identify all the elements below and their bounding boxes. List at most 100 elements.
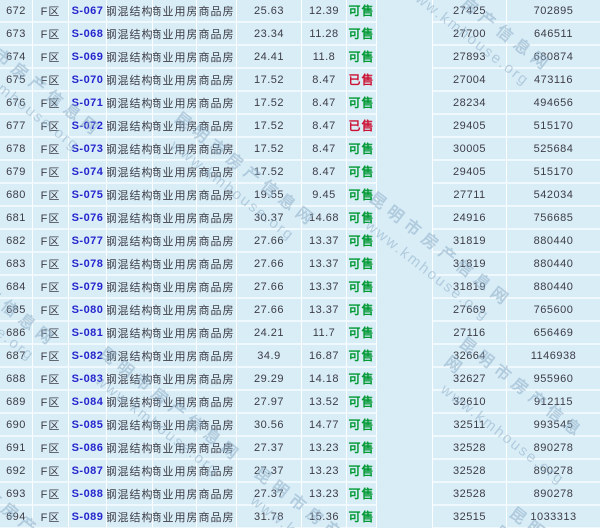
cell-no: 687 (0, 345, 33, 368)
cell-build_area: 27.97 (237, 391, 302, 414)
cell-structure: 钢混结构 (107, 460, 153, 483)
cell-avg_price: 31819 (433, 276, 507, 299)
unit-link[interactable]: S-068 (69, 23, 107, 46)
cell-inner_area: 13.37 (302, 253, 347, 276)
cell-inner_area: 8.47 (302, 92, 347, 115)
cell-build_area: 31.78 (237, 506, 302, 528)
status-badge: 已售 (347, 115, 377, 138)
cell-usage: 商业用房 (153, 506, 197, 528)
cell-avg_price: 32627 (433, 368, 507, 391)
cell-empty (377, 299, 433, 322)
cell-inner_area: 13.52 (302, 391, 347, 414)
unit-link[interactable]: S-078 (69, 253, 107, 276)
unit-link[interactable]: S-088 (69, 483, 107, 506)
cell-total_price: 756685 (507, 207, 600, 230)
unit-link[interactable]: S-069 (69, 46, 107, 69)
cell-district: F区 (33, 368, 69, 391)
cell-district: F区 (33, 253, 69, 276)
cell-district: F区 (33, 0, 69, 23)
cell-empty (377, 23, 433, 46)
unit-link[interactable]: S-079 (69, 276, 107, 299)
cell-inner_area: 13.37 (302, 299, 347, 322)
cell-structure: 钢混结构 (107, 299, 153, 322)
status-badge: 可售 (347, 230, 377, 253)
cell-type: 商品房 (197, 345, 237, 368)
unit-link[interactable]: S-083 (69, 368, 107, 391)
table-row: 692F区S-087钢混结构商业用房商品房27.3713.23可售3252889… (0, 460, 600, 483)
table-row: 674F区S-069钢混结构商业用房商品房24.4111.8可售27893680… (0, 46, 600, 69)
cell-total_price: 993545 (507, 414, 600, 437)
unit-link[interactable]: S-084 (69, 391, 107, 414)
unit-link[interactable]: S-089 (69, 506, 107, 528)
unit-link[interactable]: S-075 (69, 184, 107, 207)
cell-avg_price: 32528 (433, 483, 507, 506)
cell-inner_area: 13.23 (302, 483, 347, 506)
cell-usage: 商业用房 (153, 437, 197, 460)
cell-type: 商品房 (197, 69, 237, 92)
unit-link[interactable]: S-077 (69, 230, 107, 253)
cell-usage: 商业用房 (153, 161, 197, 184)
cell-no: 676 (0, 92, 33, 115)
cell-structure: 钢混结构 (107, 161, 153, 184)
cell-empty (377, 0, 433, 23)
status-badge: 可售 (347, 299, 377, 322)
cell-structure: 钢混结构 (107, 437, 153, 460)
unit-link[interactable]: S-074 (69, 161, 107, 184)
cell-inner_area: 13.23 (302, 437, 347, 460)
unit-link[interactable]: S-082 (69, 345, 107, 368)
cell-structure: 钢混结构 (107, 230, 153, 253)
table-row: 686F区S-081钢混结构商业用房商品房24.2111.7可售27116656… (0, 322, 600, 345)
unit-link[interactable]: S-087 (69, 460, 107, 483)
cell-usage: 商业用房 (153, 368, 197, 391)
cell-type: 商品房 (197, 391, 237, 414)
status-badge: 可售 (347, 483, 377, 506)
cell-empty (377, 46, 433, 69)
cell-inner_area: 13.37 (302, 276, 347, 299)
cell-empty (377, 184, 433, 207)
cell-type: 商品房 (197, 506, 237, 528)
status-badge: 可售 (347, 506, 377, 528)
cell-total_price: 473116 (507, 69, 600, 92)
cell-build_area: 29.29 (237, 368, 302, 391)
unit-link[interactable]: S-086 (69, 437, 107, 460)
status-badge: 可售 (347, 414, 377, 437)
unit-link[interactable]: S-076 (69, 207, 107, 230)
cell-avg_price: 32511 (433, 414, 507, 437)
cell-type: 商品房 (197, 322, 237, 345)
cell-avg_price: 27700 (433, 23, 507, 46)
cell-structure: 钢混结构 (107, 92, 153, 115)
table-row: 689F区S-084钢混结构商业用房商品房27.9713.52可售3261091… (0, 391, 600, 414)
cell-avg_price: 31819 (433, 253, 507, 276)
cell-no: 694 (0, 506, 33, 528)
cell-total_price: 1033313 (507, 506, 600, 528)
cell-avg_price: 27711 (433, 184, 507, 207)
cell-structure: 钢混结构 (107, 253, 153, 276)
table-row: 682F区S-077钢混结构商业用房商品房27.6613.37可售3181988… (0, 230, 600, 253)
cell-district: F区 (33, 92, 69, 115)
cell-structure: 钢混结构 (107, 391, 153, 414)
cell-inner_area: 15.36 (302, 506, 347, 528)
unit-link[interactable]: S-071 (69, 92, 107, 115)
unit-link[interactable]: S-073 (69, 138, 107, 161)
table-row: 684F区S-079钢混结构商业用房商品房27.6613.37可售3181988… (0, 276, 600, 299)
cell-no: 679 (0, 161, 33, 184)
status-badge: 可售 (347, 368, 377, 391)
cell-inner_area: 14.18 (302, 368, 347, 391)
cell-avg_price: 27425 (433, 0, 507, 23)
cell-no: 685 (0, 299, 33, 322)
unit-link[interactable]: S-081 (69, 322, 107, 345)
cell-empty (377, 69, 433, 92)
cell-inner_area: 13.37 (302, 230, 347, 253)
cell-no: 678 (0, 138, 33, 161)
cell-district: F区 (33, 437, 69, 460)
unit-link[interactable]: S-067 (69, 0, 107, 23)
unit-link[interactable]: S-072 (69, 115, 107, 138)
unit-link[interactable]: S-085 (69, 414, 107, 437)
table-row: 690F区S-085钢混结构商业用房商品房30.5614.77可售3251199… (0, 414, 600, 437)
unit-link[interactable]: S-070 (69, 69, 107, 92)
cell-build_area: 24.21 (237, 322, 302, 345)
cell-structure: 钢混结构 (107, 322, 153, 345)
cell-build_area: 17.52 (237, 138, 302, 161)
cell-no: 681 (0, 207, 33, 230)
unit-link[interactable]: S-080 (69, 299, 107, 322)
